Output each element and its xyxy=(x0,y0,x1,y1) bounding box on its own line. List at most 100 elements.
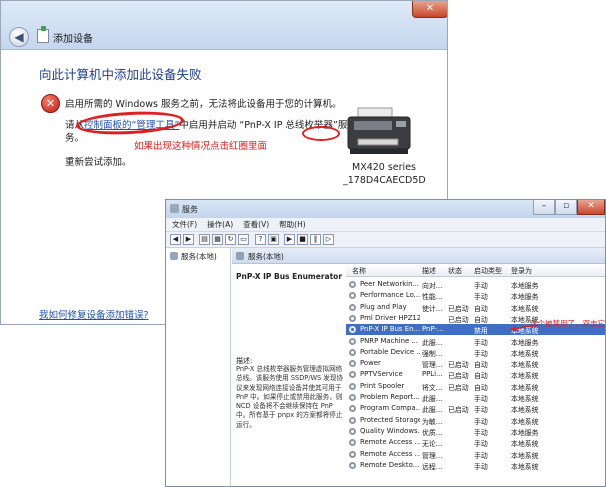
cell-desc: 此服... xyxy=(422,406,443,415)
table-row[interactable]: Remote Deskto... 远程... 手动 本地系统 xyxy=(346,460,605,471)
column-description[interactable]: 描述 xyxy=(422,266,436,276)
restart-service-icon[interactable]: ▷ xyxy=(323,234,334,245)
cell-startup: 手动 xyxy=(474,282,488,290)
cell-startup: 禁用 xyxy=(474,327,488,336)
cell-name: Remote Deskto... xyxy=(360,460,420,469)
table-row[interactable]: Print Spooler 将文... 已启动 自动 本地系统 xyxy=(346,381,605,392)
properties-icon[interactable]: ▣ xyxy=(268,234,279,245)
close-button[interactable]: ✕ xyxy=(412,1,447,18)
table-row[interactable]: PNRP Machine ... 此服... 手动 本地服务 xyxy=(346,336,605,347)
gear-icon xyxy=(349,348,356,356)
maximize-button[interactable]: ▫ xyxy=(555,200,577,215)
menu-action[interactable]: 操作(A) xyxy=(207,218,233,231)
list-view-icon[interactable]: ▦ xyxy=(212,234,223,245)
cell-startup: 手动 xyxy=(474,338,488,347)
table-row[interactable]: Power 管理... 已启动 自动 本地系统 xyxy=(346,358,605,370)
printer-icon xyxy=(347,107,411,154)
gear-icon xyxy=(349,427,356,435)
table-row[interactable]: Peer Networkin... 向对... 手动 本地服务 xyxy=(346,279,605,290)
gear-icon xyxy=(349,439,356,447)
table-row[interactable]: Plug and Play 使计... 已启动 自动 本地系统 xyxy=(346,302,605,313)
back-arrow-icon[interactable]: ◀ xyxy=(170,234,181,245)
cell-name: PNRP Machine ... xyxy=(360,336,419,345)
table-row[interactable]: Remote Access ... 管理... 手动 本地系统 xyxy=(346,449,605,460)
cell-startup: 手动 xyxy=(474,395,488,403)
tree-item-services-local[interactable]: 服务(本地) xyxy=(170,251,217,262)
cell-logon: 本地系统 xyxy=(511,349,539,358)
menu-file[interactable]: 文件(F) xyxy=(172,218,197,231)
cell-name: Program Compa... xyxy=(360,404,420,413)
cell-logon: 本地服务 xyxy=(511,282,539,290)
cell-logon: 本地服务 xyxy=(511,428,539,437)
cell-startup: 自动 xyxy=(474,315,488,324)
minimize-button[interactable]: – xyxy=(533,200,555,215)
cell-name: Print Spooler xyxy=(360,381,405,390)
refresh-icon[interactable]: ↻ xyxy=(225,234,236,245)
table-row[interactable]: PPTVService PPLi... 已启动 自动 本地系统 xyxy=(346,369,605,381)
wizard-titlebar: ◀ 添加设备 ✕ xyxy=(1,1,447,50)
table-row[interactable]: Remote Access ... 无论... 手动 本地系统 xyxy=(346,437,605,449)
cell-logon: 本地系统 xyxy=(511,417,539,426)
cell-status: 已启动 xyxy=(448,372,469,381)
cell-status: 已启动 xyxy=(448,315,469,324)
retry-text: 重新尝试添加。 xyxy=(65,157,132,168)
device-name: MX420 series xyxy=(352,162,416,173)
menu-view[interactable]: 查看(V) xyxy=(243,218,269,231)
cell-desc: 性能... xyxy=(422,293,443,302)
cell-name: Pml Driver HPZ12 xyxy=(360,313,420,322)
cell-logon: 本地服务 xyxy=(511,293,539,302)
cell-startup: 自动 xyxy=(474,361,488,370)
close-button[interactable]: ✕ xyxy=(577,200,605,215)
services-panel-icon xyxy=(236,252,244,260)
stop-service-icon[interactable]: ■ xyxy=(297,234,308,245)
gear-icon xyxy=(349,303,356,311)
gear-icon xyxy=(349,292,356,300)
cell-name: Peer Networkin... xyxy=(360,280,420,288)
cell-desc: 无论... xyxy=(422,440,443,449)
services-title: 服务 xyxy=(182,205,198,214)
cell-startup: 手动 xyxy=(474,293,488,302)
cell-desc: 管理... xyxy=(422,361,443,370)
gear-icon xyxy=(349,281,356,288)
start-service-icon[interactable]: ▶ xyxy=(284,234,295,245)
table-row[interactable]: Problem Report... 此服... 手动 本地系统 xyxy=(346,392,605,403)
cell-startup: 手动 xyxy=(474,406,488,415)
cell-startup: 手动 xyxy=(474,440,488,449)
table-row[interactable]: Quality Windows... 优质... 手动 本地服务 xyxy=(346,426,605,437)
gear-icon xyxy=(349,360,356,368)
services-icon xyxy=(170,204,179,213)
gear-icon xyxy=(349,382,356,390)
column-logon-as[interactable]: 登录为 xyxy=(511,266,532,276)
gear-icon xyxy=(349,314,356,322)
gear-icon xyxy=(349,461,356,469)
console-tree: 服务(本地) xyxy=(166,248,231,486)
console-tree-icon[interactable]: ▤ xyxy=(199,234,210,245)
table-row[interactable]: Protected Storage 为敏... 手动 本地系统 xyxy=(346,415,605,426)
annotation-text: 如果出现这种情况点击红圈里面 xyxy=(134,141,268,152)
cell-desc: 为敏... xyxy=(422,417,443,426)
column-startup-type[interactable]: 启动类型 xyxy=(474,266,502,276)
error-icon: ✕ xyxy=(41,94,60,113)
cell-status: 已启动 xyxy=(448,406,469,415)
column-name[interactable]: 名称 xyxy=(352,266,366,276)
export-icon[interactable]: ▭ xyxy=(238,234,249,245)
table-row[interactable]: Portable Device ... 强制... 手动 本地系统 xyxy=(346,347,605,358)
cell-desc: 管理... xyxy=(422,451,443,460)
selected-service-name: PnP-X IP Bus Enumerator xyxy=(236,272,343,281)
cell-desc: 向对... xyxy=(422,282,443,290)
table-row[interactable]: Program Compa... 此服... 已启动 手动 本地系统 xyxy=(346,403,605,415)
cell-logon: 本地系统 xyxy=(511,395,539,403)
table-row[interactable]: Performance Lo... 性能... 手动 本地服务 xyxy=(346,290,605,302)
column-status[interactable]: 状态 xyxy=(448,266,462,276)
error-message: 启用所需的 Windows 服务之前，无法将此设备用于您的计算机。 xyxy=(65,99,342,110)
forward-arrow-icon[interactable]: ▶ xyxy=(183,234,194,245)
menu-bar: 文件(F) 操作(A) 查看(V) 帮助(H) xyxy=(166,218,605,232)
cell-logon: 本地系统 xyxy=(511,372,539,381)
help-icon[interactable]: ? xyxy=(255,234,266,245)
help-link[interactable]: 我如何修复设备添加错误? xyxy=(39,307,149,321)
back-button[interactable]: ◀ xyxy=(9,27,29,47)
menu-help[interactable]: 帮助(H) xyxy=(279,218,306,231)
cell-startup: 手动 xyxy=(474,349,488,358)
cell-logon: 本地系统 xyxy=(511,451,539,460)
pause-service-icon[interactable]: ‖ xyxy=(310,234,321,245)
